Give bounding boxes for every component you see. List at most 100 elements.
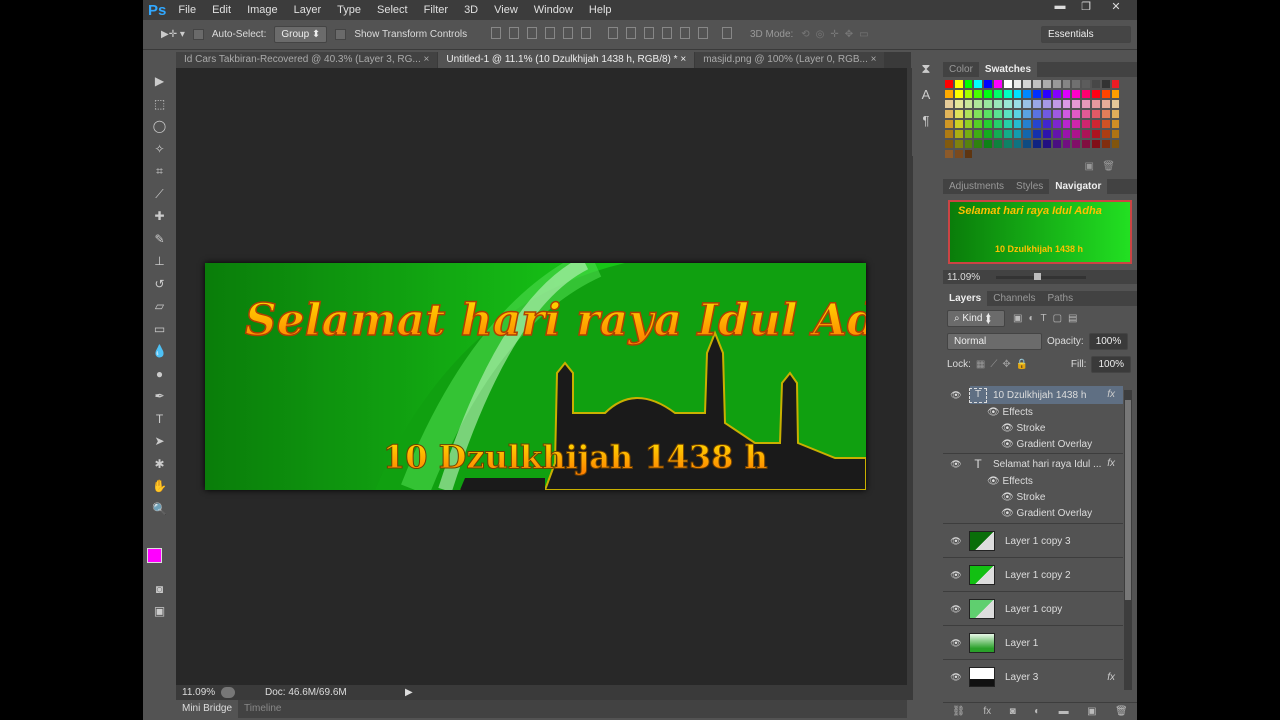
tab-timeline[interactable]: Timeline (238, 700, 287, 718)
visibility-eye-icon[interactable]: 👁 (943, 390, 969, 401)
kind-filter-select[interactable]: ⌕ Kind ⬍ (947, 310, 1005, 327)
swatch[interactable] (1100, 129, 1111, 139)
new-group-icon[interactable]: ▬ (1059, 706, 1069, 717)
swatches-grid[interactable] (943, 77, 1137, 161)
swatch[interactable] (1032, 109, 1042, 119)
swatch[interactable] (953, 89, 964, 99)
swatch[interactable] (983, 89, 993, 99)
swatch[interactable] (1012, 99, 1023, 109)
effect-gradient-overlay[interactable]: 👁 Gradient Overlay (943, 436, 1123, 452)
swatch[interactable] (992, 139, 1003, 149)
swatch[interactable] (953, 99, 964, 109)
visibility-eye-icon[interactable]: 👁 (943, 604, 969, 615)
swatch[interactable] (1041, 109, 1052, 119)
swatch[interactable] (953, 149, 964, 159)
healing-brush-icon[interactable]: ✚ (143, 205, 176, 228)
menu-image[interactable]: Image (247, 4, 278, 16)
show-transform-checkbox[interactable] (335, 29, 347, 40)
visibility-eye-icon[interactable]: 👁 (943, 638, 969, 649)
close-button[interactable]: ✕ (1101, 0, 1131, 14)
zoom-tool-icon[interactable]: 🔍 (143, 498, 176, 521)
swatch[interactable] (1110, 119, 1121, 129)
quick-mask-icon[interactable]: ◙ (143, 578, 176, 601)
canvas-area[interactable]: Selamat hari raya Idul Adha 10 Dzulkhija… (176, 68, 907, 685)
swatch[interactable] (1032, 119, 1042, 129)
swatch[interactable] (963, 119, 974, 129)
link-layers-icon[interactable]: ⛓ (952, 706, 965, 717)
swatch[interactable] (1051, 99, 1062, 109)
swatch[interactable] (1061, 129, 1072, 139)
effect-gradient-overlay[interactable]: 👁 Gradient Overlay (943, 505, 1123, 521)
fx-icon[interactable]: fx (1107, 389, 1115, 400)
swatch[interactable] (1051, 109, 1062, 119)
canvas-scrollbar[interactable] (907, 68, 913, 700)
layer-3[interactable]: 👁 Layer 3 fx (943, 661, 1123, 693)
history-icon[interactable]: ⧗ (912, 56, 940, 82)
minimize-button[interactable]: ▬ (1047, 0, 1073, 14)
delete-swatch-icon[interactable]: 🗑 (1102, 161, 1115, 172)
swatch[interactable] (1081, 109, 1091, 119)
swatch[interactable] (1081, 99, 1091, 109)
restore-button[interactable]: ❐ (1073, 0, 1099, 14)
menu-window[interactable]: Window (534, 4, 573, 16)
add-mask-icon[interactable]: ◙ (1010, 706, 1016, 717)
swatch[interactable] (944, 99, 954, 109)
swatch[interactable] (963, 109, 974, 119)
swatch[interactable] (983, 79, 993, 89)
swatch[interactable] (1090, 119, 1101, 129)
swatch[interactable] (944, 139, 954, 149)
swatch[interactable] (1100, 109, 1111, 119)
tab-close-icon[interactable]: × (424, 54, 430, 65)
filter-icons[interactable]: ▣◐T▢▤ (1013, 313, 1084, 324)
paragraph-icon[interactable]: ¶ (912, 108, 940, 134)
swatch[interactable] (953, 109, 964, 119)
foreground-color-swatch[interactable] (147, 548, 162, 563)
auto-select-checkbox[interactable] (192, 29, 204, 40)
swatch[interactable] (1022, 99, 1033, 109)
swatch[interactable] (1012, 119, 1023, 129)
swatch[interactable] (1110, 79, 1121, 89)
tab-layers[interactable]: Layers (943, 291, 988, 306)
new-layer-icon[interactable]: ▣ (1087, 706, 1096, 717)
visibility-eye-icon[interactable]: 👁 (943, 536, 969, 547)
swatch[interactable] (1100, 79, 1111, 89)
swatch[interactable] (1002, 109, 1013, 119)
align-icons[interactable] (487, 27, 736, 42)
swatch[interactable] (953, 139, 964, 149)
swatch[interactable] (1061, 79, 1072, 89)
swatch[interactable] (1022, 119, 1033, 129)
menu-view[interactable]: View (494, 4, 518, 16)
layer-1-copy[interactable]: 👁 Layer 1 copy (943, 593, 1123, 626)
swatch[interactable] (1100, 89, 1111, 99)
navigator-zoom-slider[interactable] (996, 272, 1086, 280)
blend-mode-select[interactable]: Normal (947, 333, 1042, 350)
swatch[interactable] (1032, 99, 1042, 109)
swatch[interactable] (963, 99, 974, 109)
tab-styles[interactable]: Styles (1010, 179, 1049, 194)
tab-adjustments[interactable]: Adjustments (943, 179, 1010, 194)
swatch[interactable] (1041, 79, 1052, 89)
shape-tool-icon[interactable]: ✱ (143, 453, 176, 476)
swatch[interactable] (1081, 79, 1091, 89)
gradient-tool-icon[interactable]: ▭ (143, 318, 176, 341)
swatch[interactable] (1041, 119, 1052, 129)
swatch[interactable] (1051, 129, 1062, 139)
effect-stroke[interactable]: 👁 Stroke (943, 489, 1123, 505)
swatch[interactable] (1110, 129, 1121, 139)
swatch[interactable] (1081, 119, 1091, 129)
swatch[interactable] (1012, 129, 1023, 139)
crop-tool-icon[interactable]: ⌗ (143, 160, 176, 183)
swatch[interactable] (944, 129, 954, 139)
tab-swatches[interactable]: Swatches (978, 62, 1038, 77)
layer-1-copy-3[interactable]: 👁 Layer 1 copy 3 (943, 525, 1123, 558)
swatch[interactable] (1012, 79, 1023, 89)
type-tool-icon[interactable]: T (143, 408, 176, 431)
swatch[interactable] (1022, 129, 1033, 139)
swatch[interactable] (1041, 89, 1052, 99)
tab-mini-bridge[interactable]: Mini Bridge (176, 700, 239, 718)
swatch[interactable] (983, 139, 993, 149)
delete-layer-icon[interactable]: 🗑 (1115, 706, 1128, 717)
lock-icons[interactable]: ▦⟋✥🔒 (976, 359, 1066, 370)
swatch[interactable] (1081, 129, 1091, 139)
swatch[interactable] (983, 129, 993, 139)
